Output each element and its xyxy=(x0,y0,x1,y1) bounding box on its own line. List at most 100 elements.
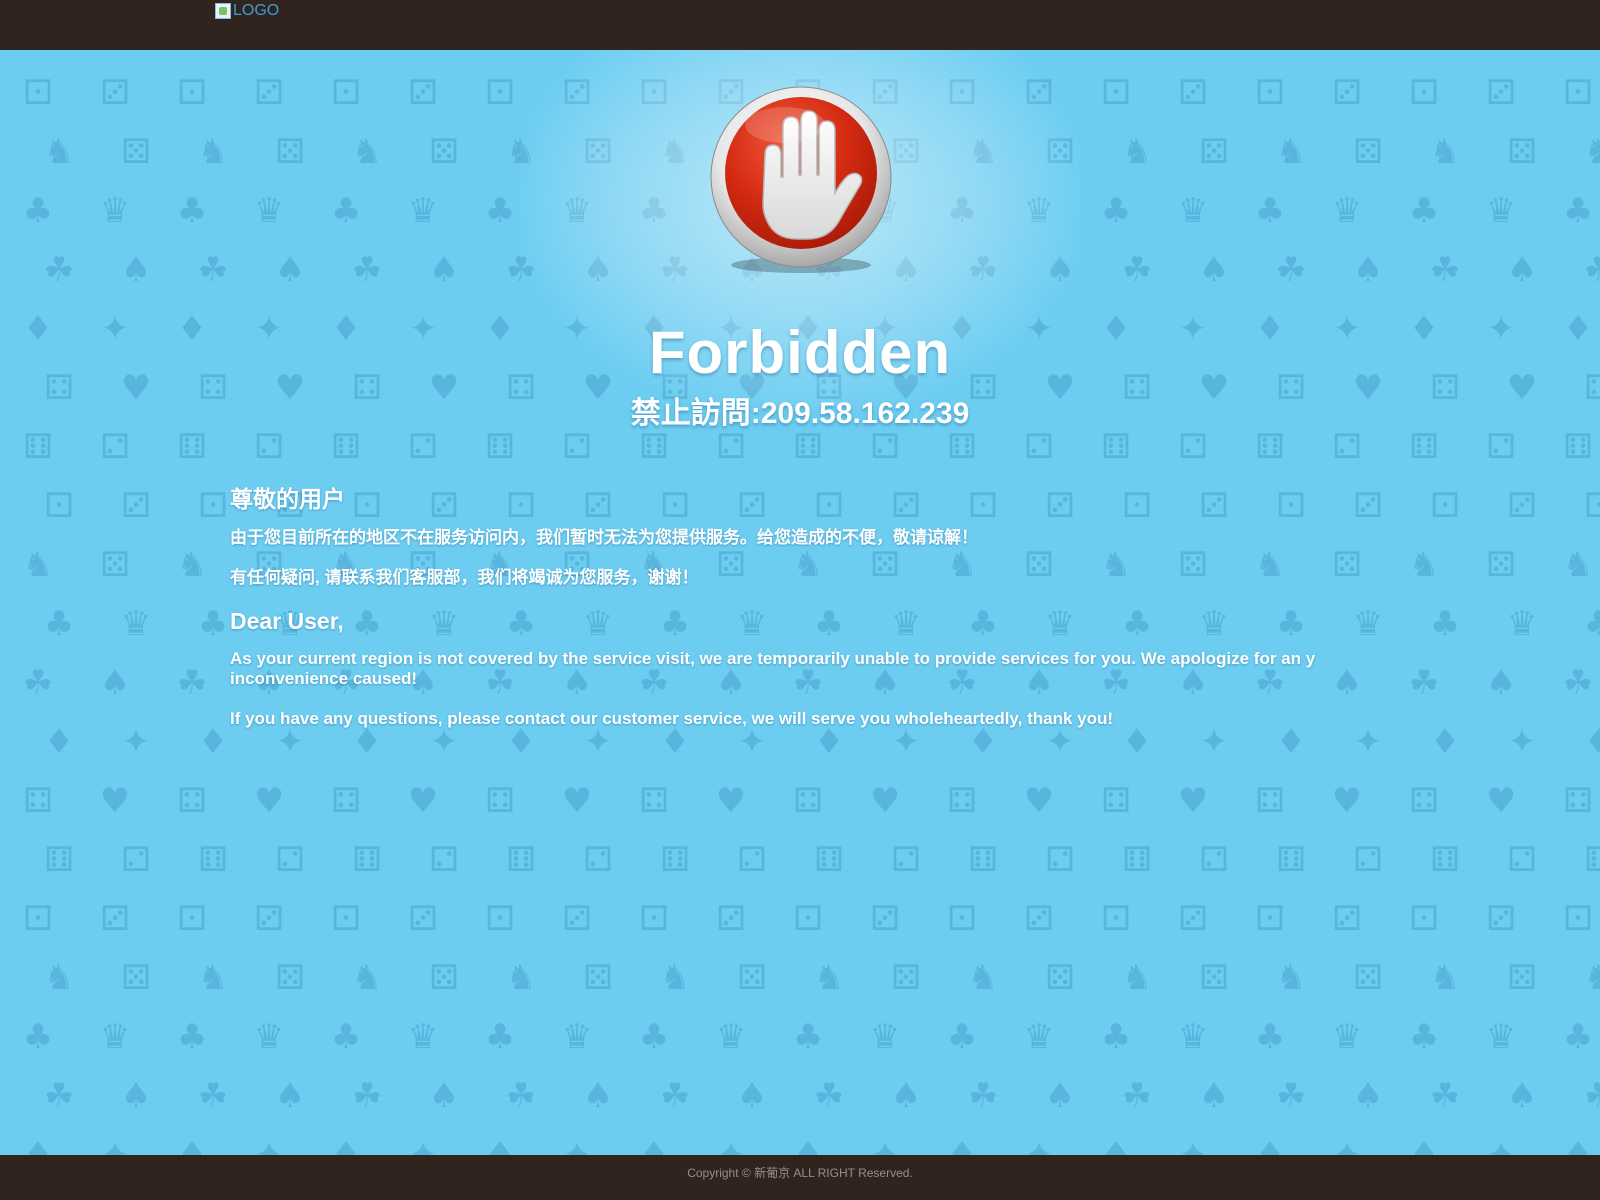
pattern-glyph-icon: ⚅ xyxy=(352,840,382,880)
pattern-glyph-icon: ⚁ xyxy=(737,840,767,880)
pattern-glyph-icon: ⚀ xyxy=(1563,73,1593,113)
pattern-glyph-icon: ♥ xyxy=(253,781,285,821)
pattern-glyph-icon: ♠ xyxy=(1352,250,1384,290)
pattern-glyph-icon: ♣ xyxy=(1562,1017,1594,1057)
pattern-glyph-icon: ♠ xyxy=(428,1076,460,1116)
pattern-glyph-icon: ⚄ xyxy=(429,132,459,172)
pattern-glyph-icon: ☘ xyxy=(659,1076,691,1116)
pattern-glyph-icon: ♞ xyxy=(1583,958,1600,998)
pattern-glyph-icon: ⚀ xyxy=(485,899,515,939)
pattern-glyph-icon: ⚁ xyxy=(429,840,459,880)
pattern-glyph-icon: ⚃ xyxy=(23,781,53,821)
pattern-glyph-icon: ♦ xyxy=(197,722,229,762)
pattern-glyph-icon: ⚀ xyxy=(23,899,53,939)
pattern-glyph-icon: ⚄ xyxy=(1507,132,1537,172)
pattern-glyph-icon: ♣ xyxy=(484,1017,516,1057)
pattern-glyph-icon: ⚂ xyxy=(870,899,900,939)
logo-link[interactable]: LOGO xyxy=(215,2,279,20)
pattern-glyph-icon: ⚁ xyxy=(100,427,130,467)
message-en-line1: As your current region is not covered by… xyxy=(230,649,1316,688)
forbidden-ip-subtitle: 禁止訪問:209.58.162.239 xyxy=(630,397,970,430)
pattern-glyph-icon: ♣ xyxy=(1408,191,1440,231)
pattern-glyph-icon: ⚀ xyxy=(23,73,53,113)
pattern-glyph-icon: ♠ xyxy=(582,250,614,290)
message-zh-line1: 由于您目前所在的地区不在服务访问内，我们暂时无法为您提供服务。给您造成的不便，敬… xyxy=(230,528,978,547)
pattern-glyph-icon: ♦ xyxy=(1100,1135,1132,1155)
pattern-glyph-icon: ⚀ xyxy=(793,899,823,939)
pattern-glyph-icon: ⚁ xyxy=(1486,427,1516,467)
pattern-glyph-icon: ⚃ xyxy=(947,781,977,821)
pattern-glyph-icon: ⚄ xyxy=(891,958,921,998)
pattern-glyph-icon: ⚀ xyxy=(947,73,977,113)
pattern-glyph-icon: ♞ xyxy=(1275,958,1307,998)
pattern-glyph-icon: ✦ xyxy=(716,1135,746,1155)
pattern-glyph-icon: ☘ xyxy=(1583,250,1600,290)
pattern-glyph-icon: ✦ xyxy=(100,1135,130,1155)
pattern-glyph-icon: ♞ xyxy=(43,132,75,172)
pattern-glyph-icon: ⚁ xyxy=(1353,840,1383,880)
pattern-glyph-icon: ♠ xyxy=(1198,250,1230,290)
pattern-glyph-icon: ☘ xyxy=(1583,1076,1600,1116)
pattern-glyph-icon: ⚁ xyxy=(1024,427,1054,467)
pattern-glyph-icon: ⚁ xyxy=(1199,840,1229,880)
logo-alt-text: LOGO xyxy=(233,2,280,19)
pattern-glyph-icon: ⚀ xyxy=(198,486,228,526)
pattern-glyph-icon: ♥ xyxy=(715,781,747,821)
pattern-glyph-icon: ♞ xyxy=(1408,545,1440,585)
pattern-glyph-icon: ♠ xyxy=(274,250,306,290)
pattern-glyph-icon: ⚄ xyxy=(275,958,305,998)
message-block: 尊敬的用户 由于您目前所在的地区不在服务访问内，我们暂时无法为您提供服务。给您造… xyxy=(230,480,1370,749)
pattern-glyph-icon: ♦ xyxy=(1583,722,1600,762)
pattern-glyph-icon: ⚀ xyxy=(1584,486,1600,526)
pattern-glyph-icon: ⚄ xyxy=(429,958,459,998)
pattern-glyph-icon: ⚁ xyxy=(408,427,438,467)
pattern-glyph-icon: ⚅ xyxy=(506,840,536,880)
pattern-glyph-icon: ♣ xyxy=(22,191,54,231)
pattern-glyph-icon: ♣ xyxy=(1562,191,1594,231)
pattern-glyph-icon: ♞ xyxy=(1121,958,1153,998)
pattern-glyph-icon: ⚁ xyxy=(121,840,151,880)
pattern-glyph-icon: ⚂ xyxy=(254,899,284,939)
pattern-glyph-icon: ♠ xyxy=(1044,1076,1076,1116)
pattern-glyph-icon: ♞ xyxy=(967,958,999,998)
pattern-glyph-icon: ⚅ xyxy=(1563,427,1593,467)
greeting-zh: 尊敬的用户 xyxy=(230,486,345,512)
pattern-glyph-icon: ♠ xyxy=(736,1076,768,1116)
pattern-glyph-icon: ⚁ xyxy=(716,427,746,467)
pattern-glyph-icon: ⚅ xyxy=(23,427,53,467)
message-zh-line2: 有任何疑问, 请联系我们客服部，我们将竭诚为您服务，谢谢！ xyxy=(230,568,699,587)
pattern-glyph-icon: ♣ xyxy=(484,191,516,231)
pattern-glyph-icon: ☘ xyxy=(197,250,229,290)
pattern-glyph-icon: ♣ xyxy=(1408,1017,1440,1057)
pattern-glyph-icon: ⚄ xyxy=(1045,958,1075,998)
pattern-glyph-icon: ♛ xyxy=(1506,604,1538,644)
pattern-glyph-icon: ⚀ xyxy=(1409,899,1439,939)
pattern-glyph-icon: ⚃ xyxy=(1101,781,1131,821)
pattern-glyph-icon: ⚃ xyxy=(793,781,823,821)
footer: Copyright © 新葡京 ALL RIGHT Reserved. xyxy=(0,1155,1600,1200)
pattern-glyph-icon: ♛ xyxy=(99,191,131,231)
pattern-glyph-icon: ⚄ xyxy=(121,132,151,172)
pattern-glyph-icon: ⚀ xyxy=(1255,899,1285,939)
pattern-glyph-icon: ⚅ xyxy=(793,427,823,467)
pattern-glyph-icon: ⚅ xyxy=(1101,427,1131,467)
pattern-glyph-icon: ⚃ xyxy=(639,781,669,821)
pattern-glyph-icon: ✦ xyxy=(1024,1135,1054,1155)
pattern-glyph-icon: ♛ xyxy=(1177,191,1209,231)
pattern-glyph-icon: ♣ xyxy=(197,604,229,644)
broken-image-icon xyxy=(215,3,231,19)
pattern-glyph-icon: ⚂ xyxy=(716,899,746,939)
pattern-glyph-icon: ⚂ xyxy=(408,73,438,113)
pattern-glyph-icon: ⚅ xyxy=(1584,840,1600,880)
pattern-glyph-icon: ♞ xyxy=(813,958,845,998)
pattern-glyph-icon: ⚂ xyxy=(1024,73,1054,113)
pattern-glyph-icon: ♛ xyxy=(1485,191,1517,231)
pattern-glyph-icon: ♛ xyxy=(1485,1017,1517,1057)
pattern-glyph-icon: ⚂ xyxy=(1332,899,1362,939)
pattern-glyph-icon: ♥ xyxy=(869,781,901,821)
pattern-glyph-icon: ⚂ xyxy=(1178,899,1208,939)
pattern-glyph-icon: ♦ xyxy=(1254,1135,1286,1155)
pattern-glyph-icon: ⚅ xyxy=(1255,427,1285,467)
pattern-glyph-icon: ♣ xyxy=(176,1017,208,1057)
pattern-glyph-icon: ⚀ xyxy=(177,899,207,939)
